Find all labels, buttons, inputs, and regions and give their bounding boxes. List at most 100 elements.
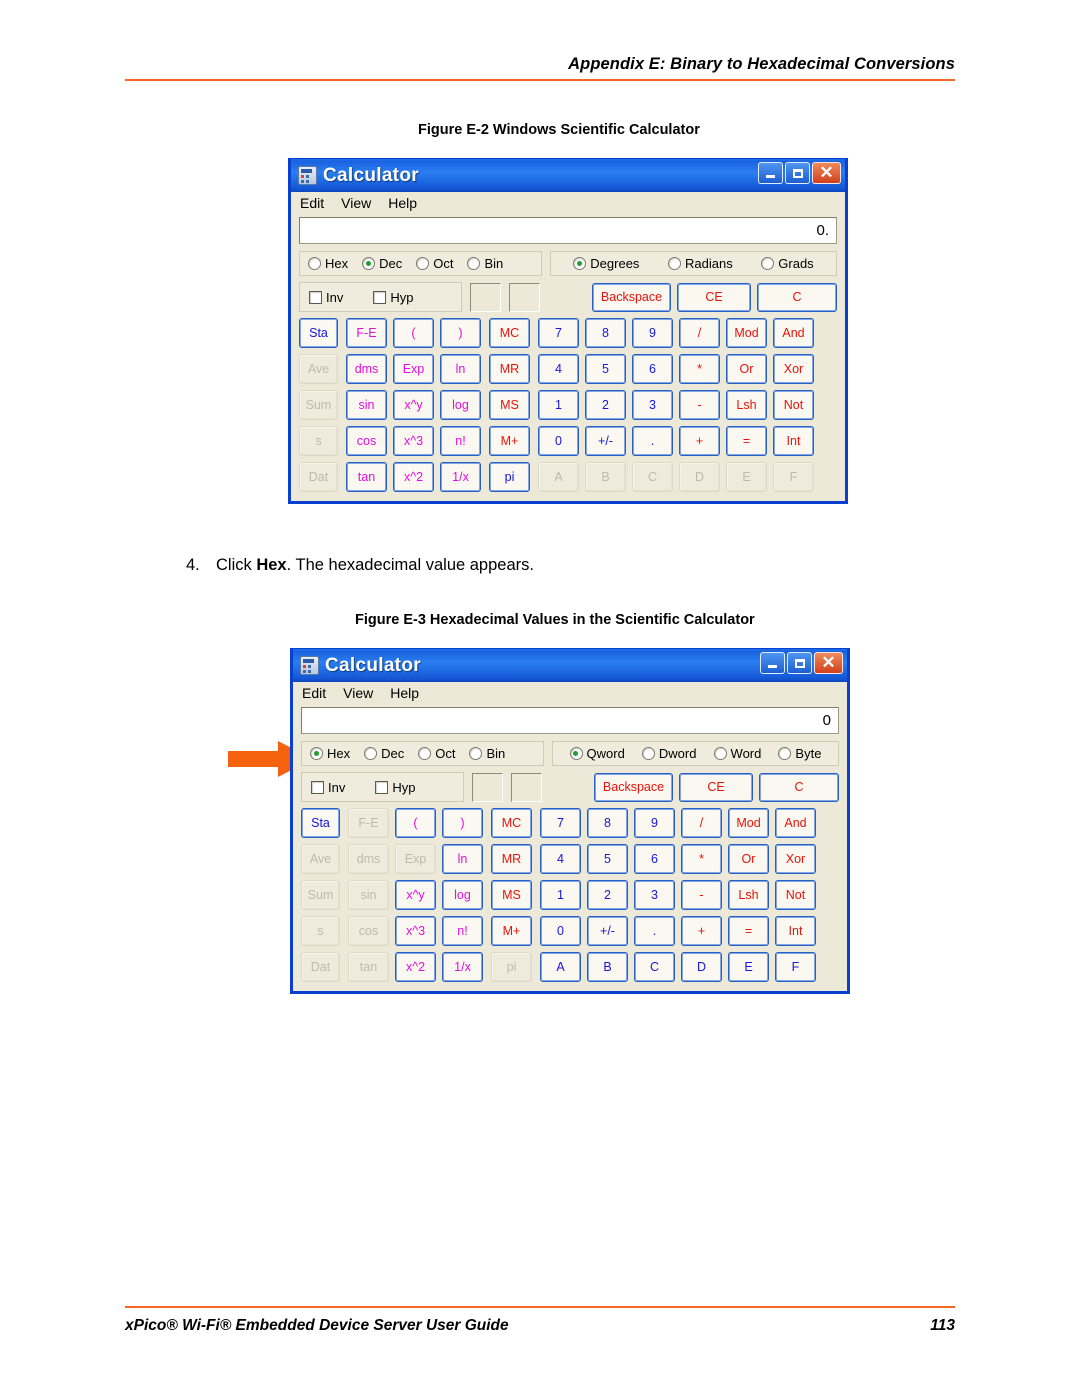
close-paren-button[interactable]: ) (440, 318, 481, 348)
xpow3-button[interactable]: x^3 (395, 916, 436, 946)
radio-grads[interactable]: Grads (761, 256, 814, 271)
digit-2-button[interactable]: 2 (585, 390, 626, 420)
and-button[interactable]: And (775, 808, 816, 838)
mod-button[interactable]: Mod (726, 318, 767, 348)
xor-button[interactable]: Xor (773, 354, 814, 384)
lsh-button[interactable]: Lsh (728, 880, 769, 910)
radio-word[interactable]: Word (713, 746, 761, 761)
mc-button[interactable]: MC (489, 318, 530, 348)
checkbox-inv[interactable]: Inv (309, 290, 343, 305)
digit-4-button[interactable]: 4 (540, 844, 581, 874)
checkbox-hyp[interactable]: Hyp (375, 780, 415, 795)
menu-item-help[interactable]: Help (390, 685, 419, 701)
or-button[interactable]: Or (726, 354, 767, 384)
digit-0-button[interactable]: 0 (540, 916, 581, 946)
menu-item-view[interactable]: View (341, 195, 371, 211)
radio-dec[interactable]: Dec (362, 256, 402, 271)
factorial-button[interactable]: n! (442, 916, 483, 946)
add-button[interactable]: + (679, 426, 720, 456)
digit-2-button[interactable]: 2 (587, 880, 628, 910)
radio-bin[interactable]: Bin (469, 746, 505, 761)
digit-5-button[interactable]: 5 (587, 844, 628, 874)
add-button[interactable]: + (681, 916, 722, 946)
radio-qword[interactable]: Qword (569, 746, 625, 761)
multiply-button[interactable]: * (679, 354, 720, 384)
display-field[interactable]: 0. (299, 217, 837, 244)
int-button[interactable]: Int (775, 916, 816, 946)
lsh-button[interactable]: Lsh (726, 390, 767, 420)
factorial-button[interactable]: n! (440, 426, 481, 456)
sign-button[interactable]: +/- (587, 916, 628, 946)
mplus-button[interactable]: M+ (489, 426, 530, 456)
close-button[interactable]: ✕ (814, 652, 843, 674)
radio-hex[interactable]: Hex (308, 256, 348, 271)
title-bar[interactable]: Calculator ✕ (291, 158, 845, 192)
ce-button[interactable]: CE (679, 772, 753, 802)
ln-button[interactable]: ln (442, 844, 483, 874)
display-field[interactable]: 0 (301, 707, 839, 734)
menu-item-help[interactable]: Help (388, 195, 417, 211)
checkbox-hyp[interactable]: Hyp (373, 290, 413, 305)
and-button[interactable]: And (773, 318, 814, 348)
ce-button[interactable]: CE (677, 282, 751, 312)
mc-button[interactable]: MC (491, 808, 532, 838)
divide-button[interactable]: / (681, 808, 722, 838)
maximize-button[interactable] (785, 162, 810, 184)
hex-e-button[interactable]: E (728, 952, 769, 982)
digit-8-button[interactable]: 8 (585, 318, 626, 348)
sta-button[interactable]: Sta (299, 318, 338, 348)
digit-3-button[interactable]: 3 (634, 880, 675, 910)
log-button[interactable]: log (440, 390, 481, 420)
c-button[interactable]: C (757, 282, 837, 312)
decimal-button[interactable]: . (632, 426, 673, 456)
hex-b-button[interactable]: B (587, 952, 628, 982)
digit-3-button[interactable]: 3 (632, 390, 673, 420)
hex-a-button[interactable]: A (540, 952, 581, 982)
close-button[interactable]: ✕ (812, 162, 841, 184)
open-paren-button[interactable]: ( (395, 808, 436, 838)
log-button[interactable]: log (442, 880, 483, 910)
backspace-button[interactable]: Backspace (592, 282, 671, 312)
tan-button[interactable]: tan (346, 462, 387, 492)
digit-4-button[interactable]: 4 (538, 354, 579, 384)
equals-button[interactable]: = (728, 916, 769, 946)
digit-6-button[interactable]: 6 (632, 354, 673, 384)
radio-oct[interactable]: Oct (418, 746, 455, 761)
menu-item-edit[interactable]: Edit (300, 195, 324, 211)
c-button[interactable]: C (759, 772, 839, 802)
digit-1-button[interactable]: 1 (540, 880, 581, 910)
hex-c-button[interactable]: C (634, 952, 675, 982)
multiply-button[interactable]: * (681, 844, 722, 874)
mr-button[interactable]: MR (491, 844, 532, 874)
pi-button[interactable]: pi (489, 462, 530, 492)
menu-item-edit[interactable]: Edit (302, 685, 326, 701)
mr-button[interactable]: MR (489, 354, 530, 384)
equals-button[interactable]: = (726, 426, 767, 456)
title-bar[interactable]: Calculator ✕ (293, 648, 847, 682)
hex-d-button[interactable]: D (681, 952, 722, 982)
digit-6-button[interactable]: 6 (634, 844, 675, 874)
dms-button[interactable]: dms (346, 354, 387, 384)
radio-dec[interactable]: Dec (364, 746, 404, 761)
not-button[interactable]: Not (773, 390, 814, 420)
ms-button[interactable]: MS (491, 880, 532, 910)
divide-button[interactable]: / (679, 318, 720, 348)
backspace-button[interactable]: Backspace (594, 772, 673, 802)
xor-button[interactable]: Xor (775, 844, 816, 874)
radio-byte[interactable]: Byte (778, 746, 821, 761)
sign-button[interactable]: +/- (585, 426, 626, 456)
ms-button[interactable]: MS (489, 390, 530, 420)
subtract-button[interactable]: - (679, 390, 720, 420)
decimal-button[interactable]: . (634, 916, 675, 946)
xpow3-button[interactable]: x^3 (393, 426, 434, 456)
xpowy-button[interactable]: x^y (393, 390, 434, 420)
xpow2-button[interactable]: x^2 (393, 462, 434, 492)
ln-button[interactable]: ln (440, 354, 481, 384)
xpow2-button[interactable]: x^2 (395, 952, 436, 982)
open-paren-button[interactable]: ( (393, 318, 434, 348)
digit-1-button[interactable]: 1 (538, 390, 579, 420)
mod-button[interactable]: Mod (728, 808, 769, 838)
calculator-window-decimal[interactable]: Calculator ✕ Edit View Help 0. Hex Dec O… (288, 158, 848, 504)
close-paren-button[interactable]: ) (442, 808, 483, 838)
digit-7-button[interactable]: 7 (538, 318, 579, 348)
